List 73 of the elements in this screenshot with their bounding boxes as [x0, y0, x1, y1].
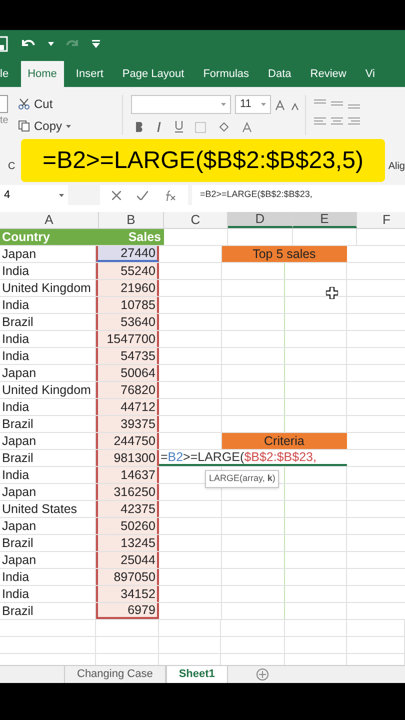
ribbon-tab[interactable]: Formulas: [196, 61, 256, 87]
function-tooltip: LARGE(array, k): [205, 470, 280, 488]
sales-cell: 13245: [96, 535, 160, 551]
column-header[interactable]: D: [228, 212, 293, 228]
sales-cell: 39375: [96, 416, 160, 432]
ribbon-tab[interactable]: Data: [261, 61, 298, 87]
sales-cell: 10785: [96, 297, 160, 313]
sales-cell: 27440: [96, 246, 160, 262]
ribbon-tab[interactable]: Page Layout: [115, 61, 192, 87]
header-cell: Sales: [99, 229, 164, 245]
align-left-icon[interactable]: [314, 117, 360, 127]
sales-cell: 44712: [96, 399, 160, 415]
sheet-tab[interactable]: Sheet1: [166, 666, 228, 683]
label-cell: Top 5 sales: [222, 246, 347, 262]
font-color-icon[interactable]: [242, 122, 252, 132]
enter-icon[interactable]: [137, 190, 148, 200]
column-header[interactable]: E: [293, 212, 357, 228]
formula-field[interactable]: =B2>=LARGE($B$2:$B$23,: [192, 185, 405, 205]
sales-cell: 53640: [96, 314, 160, 330]
insert-function-icon[interactable]: [164, 190, 176, 200]
scissors-icon: [18, 98, 30, 110]
ribbon-tab[interactable]: le: [0, 61, 16, 87]
column-header[interactable]: B: [99, 212, 164, 228]
sales-cell: 50260: [96, 518, 160, 534]
ribbon-tab[interactable]: Review: [303, 61, 354, 87]
alignment-group-label: Alig: [388, 160, 405, 174]
sales-cell: 50064: [96, 365, 160, 381]
borders-icon[interactable]: [195, 122, 206, 132]
column-header[interactable]: A: [0, 212, 99, 228]
sales-cell: 244750: [96, 433, 160, 449]
italic-icon[interactable]: [155, 122, 163, 132]
column-header[interactable]: F: [357, 212, 405, 228]
cell-editor-text[interactable]: =B2>=LARGE($B$2:$B$23,: [159, 448, 316, 466]
ribbon-tab[interactable]: Vi: [358, 61, 382, 87]
bold-icon[interactable]: [135, 122, 143, 132]
sales-cell: 42375: [96, 501, 160, 517]
sales-cell: 21960: [96, 280, 160, 296]
caret-icon: [261, 103, 266, 106]
sales-cell: 897050: [96, 569, 160, 585]
sales-cell: 34152: [96, 586, 160, 602]
font-size-field[interactable]: 11: [235, 95, 271, 114]
sales-cell: 981300: [96, 450, 160, 466]
underline-icon[interactable]: [175, 121, 183, 133]
sales-cell: 55240: [96, 263, 160, 279]
name-box[interactable]: 4: [0, 185, 68, 205]
cancel-icon[interactable]: [112, 190, 121, 200]
caret-icon: [59, 194, 64, 196]
grow-font-icon[interactable]: [275, 98, 287, 110]
copy-button[interactable]: Copy: [18, 117, 118, 135]
add-sheet-icon[interactable]: [256, 668, 269, 681]
caret-icon: [221, 103, 226, 106]
copy-icon: [18, 120, 30, 132]
paste-label: te: [0, 114, 8, 128]
cross-cursor-icon: [326, 287, 338, 299]
ribbon-tab[interactable]: Home: [20, 61, 64, 87]
caret-icon[interactable]: [48, 42, 54, 46]
cut-button[interactable]: Cut: [18, 95, 118, 113]
sales-cell: 76820: [96, 382, 160, 398]
header-cell: Country: [0, 229, 99, 245]
sales-cell: 14637: [96, 467, 160, 483]
sales-cell: 54735: [96, 348, 160, 364]
clipboard-group-label: C: [8, 160, 16, 174]
formula-caption: =B2>=LARGE($B$2:$B$23,5): [21, 139, 385, 182]
sales-cell: 316250: [96, 484, 160, 500]
sales-cell: 6979: [96, 603, 160, 619]
ribbon-tab[interactable]: Insert: [68, 61, 110, 87]
sales-cell: 1547700: [96, 331, 160, 347]
caret-icon: [66, 124, 72, 128]
label-cell: Criteria: [222, 433, 347, 449]
align-top-icon[interactable]: [314, 99, 360, 109]
sales-cell: 25044: [96, 552, 160, 568]
customize-icon[interactable]: [92, 40, 100, 48]
font-name-field[interactable]: [131, 95, 231, 114]
